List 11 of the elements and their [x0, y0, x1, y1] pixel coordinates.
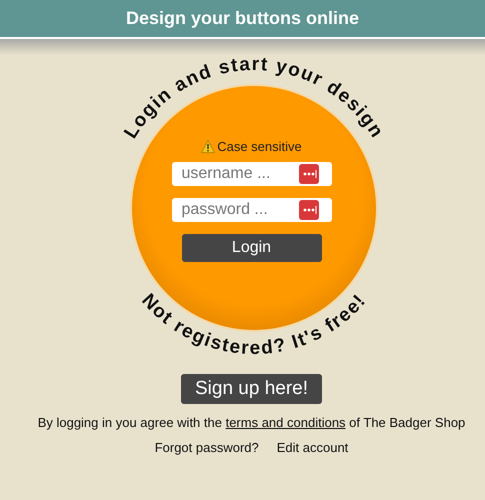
account-link[interactable]: Forgot password?: [154, 440, 259, 455]
account-link[interactable]: Edit account: [276, 440, 348, 455]
login-button[interactable]: Login: [182, 234, 322, 262]
warning-icon: [201, 140, 216, 153]
notice-text: Case sensitive: [217, 139, 302, 154]
signup-button[interactable]: Sign up here!: [180, 374, 322, 404]
password-manager-icon[interactable]: [298, 200, 318, 220]
agreement-text: By logging in you agree with the terms and conditions of The Badger Shop: [38, 415, 466, 430]
terms-link[interactable]: terms and conditions: [226, 415, 346, 430]
password-manager-icon[interactable]: [298, 164, 318, 184]
page-title: Design your buttons online: [126, 8, 359, 29]
